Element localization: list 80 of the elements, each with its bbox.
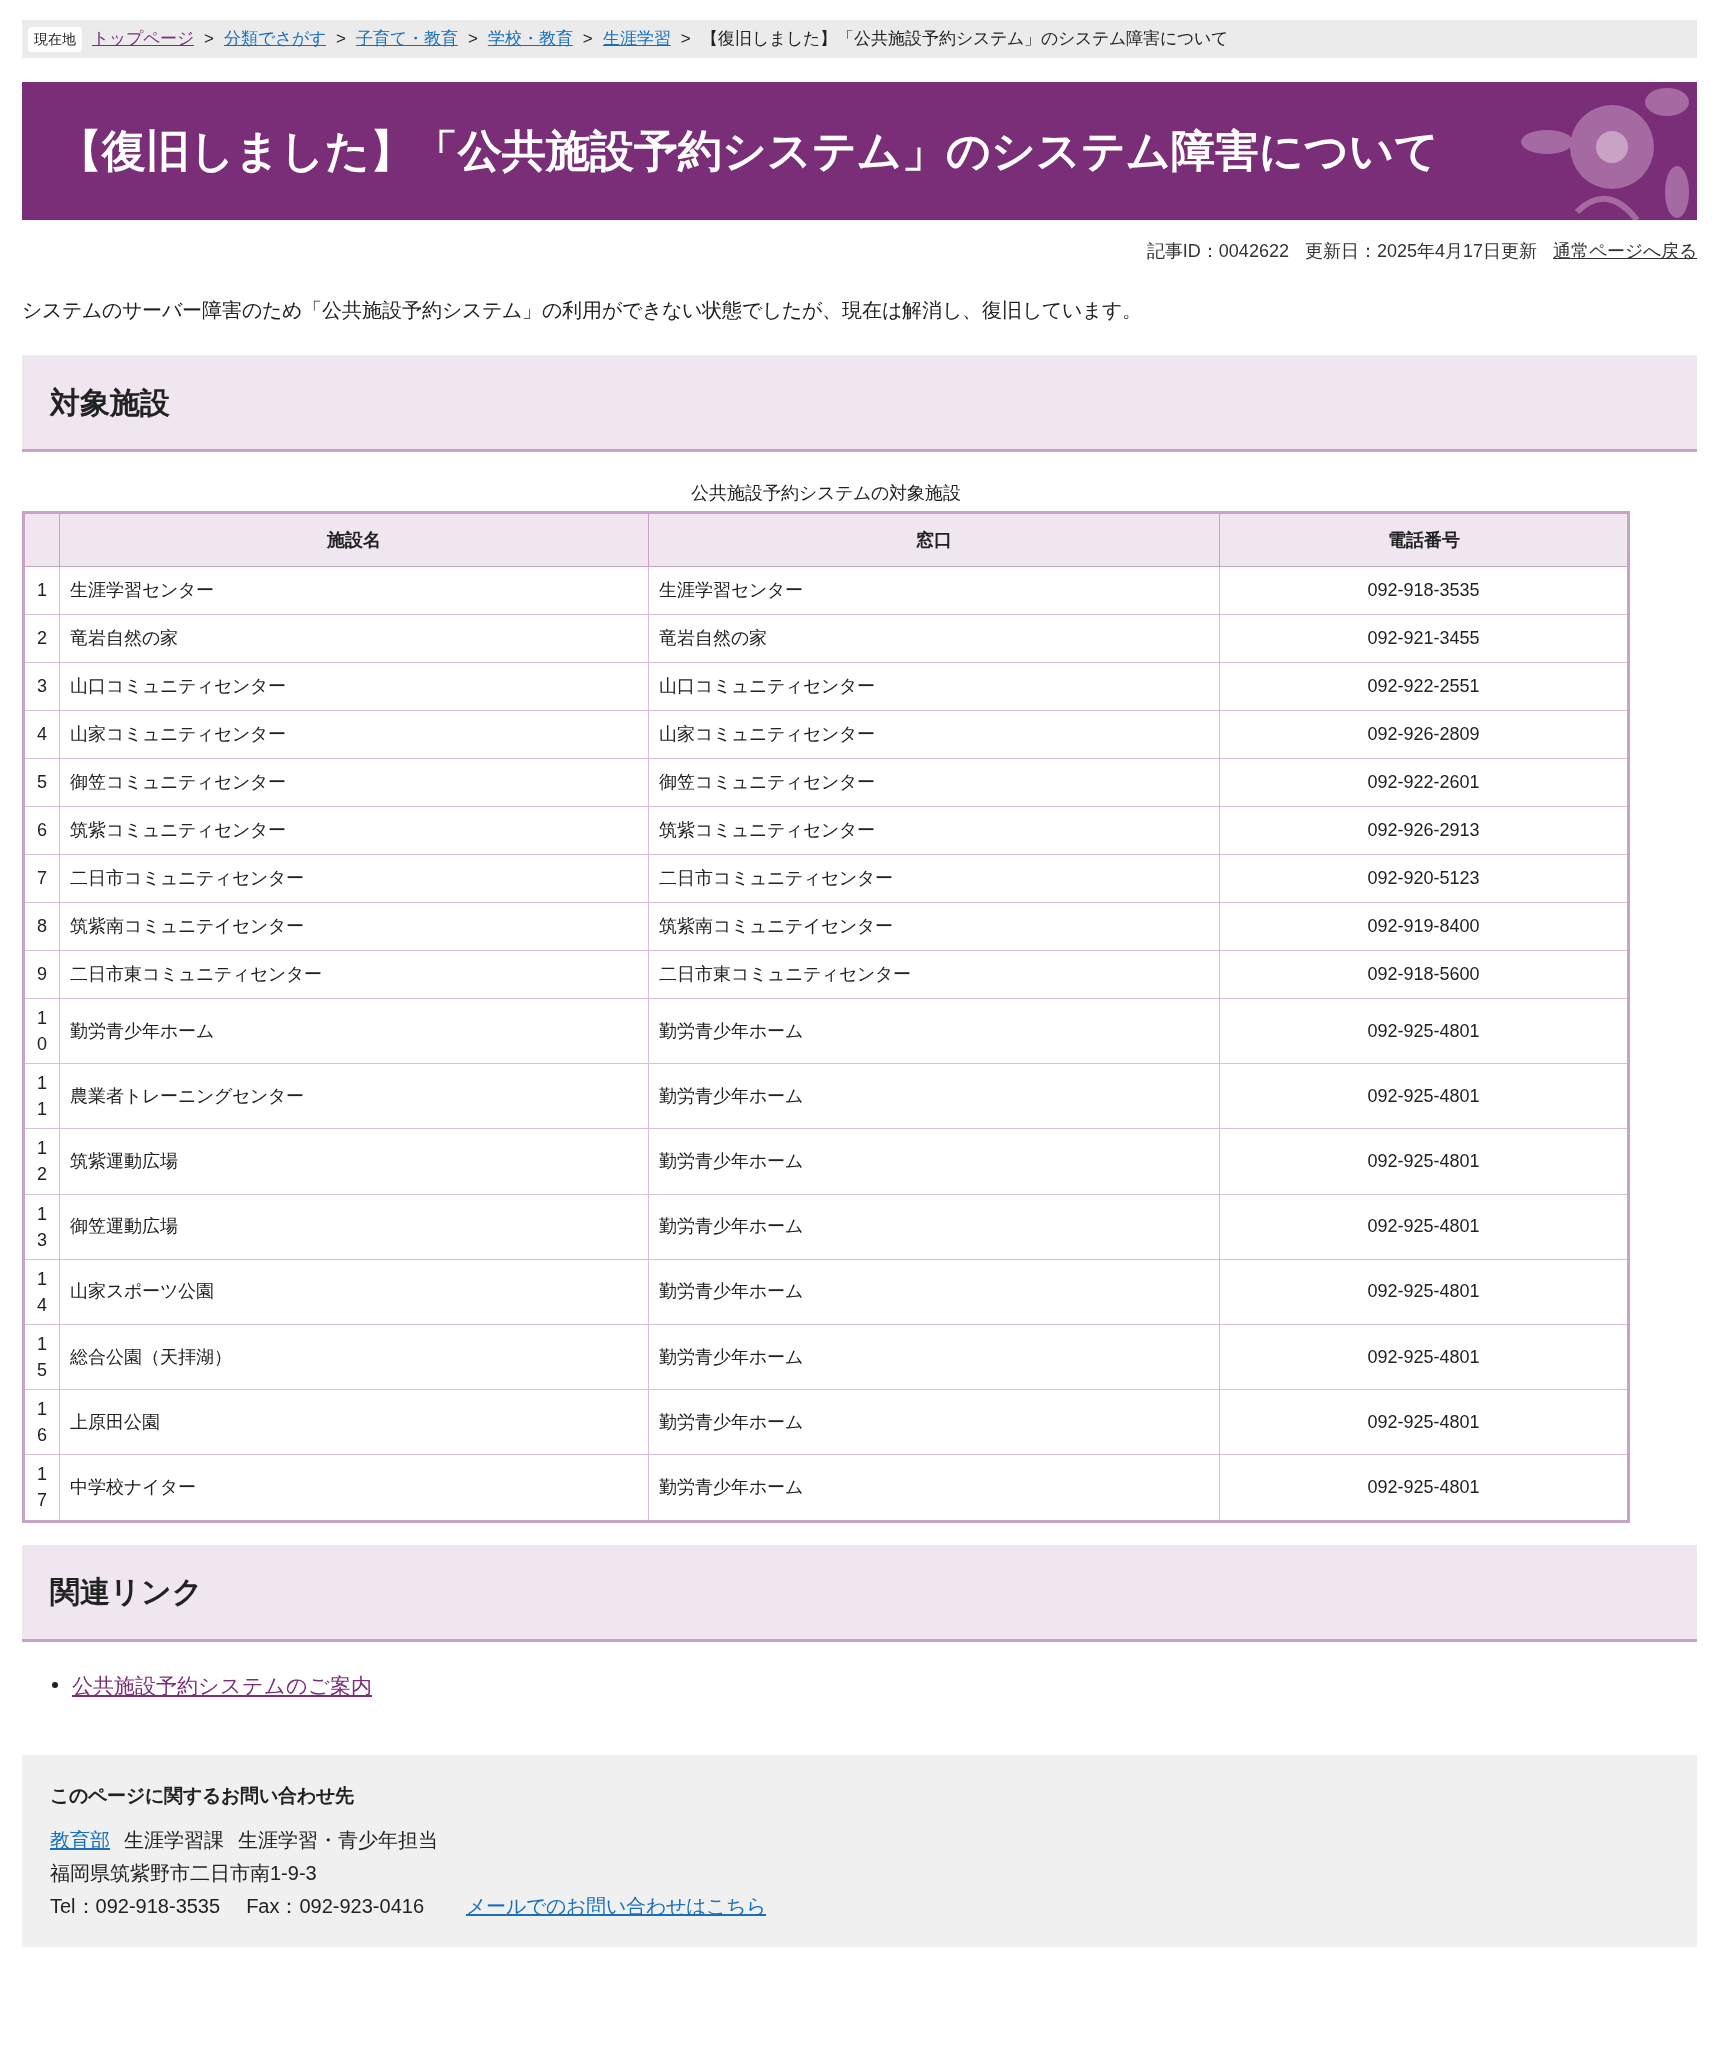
breadcrumb-link[interactable]: 分類でさがす: [223, 26, 326, 52]
department-link[interactable]: 教育部: [50, 1824, 110, 1857]
table-cell: 山家コミュニティセンター: [648, 710, 1220, 759]
row-number: 3: [23, 662, 60, 711]
row-number: 13: [23, 1194, 60, 1260]
table-cell: 勤労青少年ホーム: [648, 1389, 1220, 1455]
table-cell: 筑紫南コミュニテイセンター: [648, 902, 1220, 951]
table-cell: 二日市東コミュニティセンター: [59, 950, 649, 999]
row-number: 2: [23, 614, 60, 663]
mail-link[interactable]: メールでのお問い合わせはこちら: [466, 1890, 766, 1923]
row-number: 7: [23, 854, 60, 903]
breadcrumb-label: 現在地: [28, 26, 82, 52]
table-cell: 二日市東コミュニティセンター: [648, 950, 1220, 999]
row-number: 4: [23, 710, 60, 759]
fax-number: Fax：092-923-0416: [246, 1894, 424, 1919]
table-cell: 勤労青少年ホーム: [648, 1324, 1220, 1390]
row-number: 8: [23, 902, 60, 951]
row-number: 14: [23, 1259, 60, 1325]
breadcrumb-link[interactable]: トップページ: [92, 26, 194, 52]
table-cell: 竜岩自然の家: [648, 614, 1220, 663]
table-cell: 総合公園（天拝湖）: [59, 1324, 649, 1390]
breadcrumb-separator: >: [467, 28, 478, 51]
row-number: 5: [23, 758, 60, 807]
table-cell: 勤労青少年ホーム: [59, 998, 649, 1064]
table-cell: 山口コミュニティセンター: [59, 662, 649, 711]
table-cell: 竜岩自然の家: [59, 614, 649, 663]
table-cell: 勤労青少年ホーム: [648, 1259, 1220, 1325]
row-number: 11: [23, 1063, 60, 1129]
column-header: 施設名: [59, 512, 649, 567]
contact-heading: このページに関するお問い合わせ先: [50, 1784, 355, 1808]
breadcrumb-separator: >: [582, 28, 593, 51]
table-cell: 筑紫コミュニティセンター: [59, 806, 649, 855]
breadcrumb-separator: >: [680, 28, 691, 51]
row-number: 15: [23, 1324, 60, 1390]
section-heading: 関連リンク: [22, 1544, 1697, 1642]
breadcrumb-separator: >: [335, 28, 346, 51]
intro-text: システムのサーバー障害のため「公共施設予約システム」の利用ができない状態でしたが、現在は解消し、復旧しています。: [22, 298, 1143, 323]
table-cell: 上原田公園: [59, 1389, 649, 1455]
breadcrumb-link[interactable]: 学校・教育: [487, 26, 573, 52]
article-id: 記事ID：0042622: [1146, 240, 1289, 263]
row-number: 6: [23, 806, 60, 855]
table-cell: 勤労青少年ホーム: [648, 1063, 1220, 1129]
column-header: 窓口: [648, 512, 1220, 567]
table-cell: 勤労青少年ホーム: [648, 1128, 1220, 1195]
breadcrumb-separator: >: [204, 28, 214, 51]
table-cell: 勤労青少年ホーム: [648, 998, 1220, 1064]
table-cell: 生涯学習センター: [648, 566, 1220, 615]
page-title: 【復旧しました】「公共施設予約システム」のシステム障害について: [58, 125, 1439, 177]
row-number: 16: [23, 1389, 60, 1455]
updated-date: 更新日：2025年4月17日更新: [1304, 240, 1537, 263]
row-number: 10: [23, 998, 60, 1064]
bullet-icon: [52, 1682, 58, 1689]
table-cell: 筑紫運動広場: [59, 1128, 649, 1195]
section-heading: 対象施設: [22, 355, 1697, 452]
table-cell: 山口コミュニティセンター: [648, 662, 1220, 711]
address: 福岡県筑紫野市二日市南1-9-3: [50, 1861, 318, 1886]
table-cell: 二日市コミュニティセンター: [59, 854, 649, 903]
tel-number: Tel：092-918-3535: [50, 1894, 221, 1919]
row-number: 1: [23, 566, 60, 615]
breadcrumb-current: 【復旧しました】「公共施設予約システム」のシステム障害について: [700, 28, 1228, 51]
section-name: 生涯学習課: [124, 1828, 224, 1853]
table-cell: 筑紫南コミュニテイセンター: [59, 902, 649, 951]
breadcrumb-link[interactable]: 生涯学習: [602, 26, 671, 52]
table-cell: 御笠運動広場: [59, 1194, 649, 1260]
table-cell: 御笠コミュニティセンター: [59, 758, 649, 807]
table-caption: 公共施設予約システムの対象施設: [690, 482, 962, 505]
table-cell: 二日市コミュニティセンター: [648, 854, 1220, 903]
table-cell: 農業者トレーニングセンター: [59, 1063, 649, 1129]
table-cell: 生涯学習センター: [59, 566, 649, 615]
breadcrumb-link[interactable]: 子育て・教育: [355, 26, 458, 52]
table-cell: 筑紫コミュニティセンター: [648, 806, 1220, 855]
team-name: 生涯学習・青少年担当: [238, 1828, 438, 1853]
row-number: 12: [23, 1128, 60, 1195]
table-cell: 勤労青少年ホーム: [648, 1194, 1220, 1260]
row-number: 9: [23, 950, 60, 999]
back-link[interactable]: 通常ページへ戻る: [1553, 238, 1697, 265]
table-cell: 山家スポーツ公園: [59, 1259, 649, 1325]
related-link[interactable]: 公共施設予約システムのご案内: [72, 1669, 372, 1701]
table-cell: 山家コミュニティセンター: [59, 710, 649, 759]
table-cell: 御笠コミュニティセンター: [648, 758, 1220, 807]
